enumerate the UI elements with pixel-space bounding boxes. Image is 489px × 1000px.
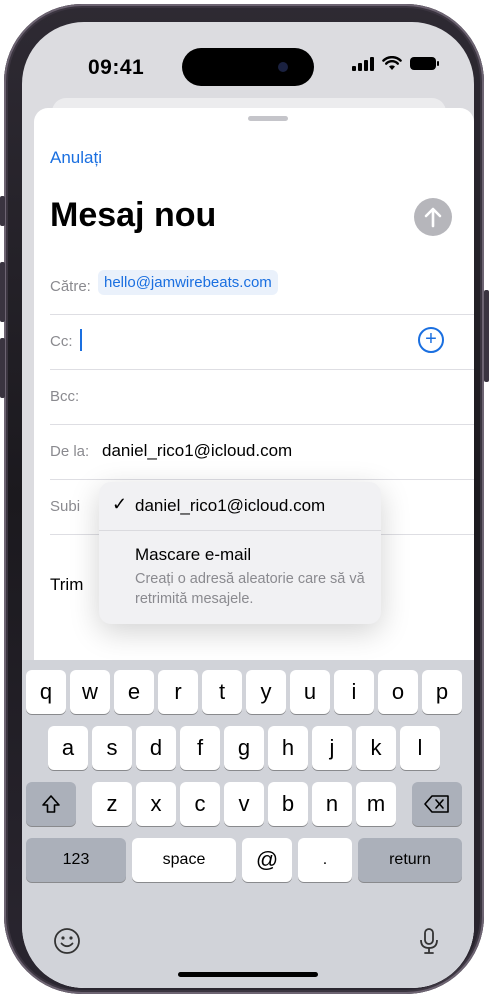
menu-item-label: Mascare e-mail <box>135 545 252 564</box>
battery-icon <box>410 57 439 70</box>
action-button <box>0 196 5 226</box>
key-t[interactable]: t <box>202 670 242 714</box>
key-k[interactable]: k <box>356 726 396 770</box>
key-f[interactable]: f <box>180 726 220 770</box>
phone-frame: 09:41 Anulați Mesaj nou Către: hello@jam… <box>4 4 484 994</box>
dot-key[interactable]: . <box>298 838 352 882</box>
from-label: De la: <box>50 443 90 460</box>
key-v[interactable]: v <box>224 782 264 826</box>
keyboard-row-2: a s d f g h j k l <box>22 726 474 772</box>
keyboard-row-3: z x c v b n m <box>22 782 474 828</box>
key-q[interactable]: q <box>26 670 66 714</box>
key-j[interactable]: j <box>312 726 352 770</box>
wifi-icon <box>382 56 402 70</box>
key-a[interactable]: a <box>48 726 88 770</box>
trim-label: Trim <box>50 575 84 594</box>
key-c[interactable]: c <box>180 782 220 826</box>
keyboard-row-4: 123 space @ . return <box>22 838 474 884</box>
volume-up-button <box>0 262 5 322</box>
delete-key[interactable] <box>412 782 462 826</box>
send-button[interactable] <box>414 198 452 236</box>
key-l[interactable]: l <box>400 726 440 770</box>
key-g[interactable]: g <box>224 726 264 770</box>
space-key[interactable]: space <box>132 838 236 882</box>
checkmark-icon: ✓ <box>112 494 128 514</box>
page-title: Mesaj nou <box>50 196 217 234</box>
emoji-button[interactable] <box>50 924 84 958</box>
keyboard: q w e r t y u i o p a s d f g h j k l z … <box>22 660 474 988</box>
subject-label: Subi <box>50 498 81 515</box>
cancel-button[interactable]: Anulați <box>50 148 102 168</box>
key-w[interactable]: w <box>70 670 110 714</box>
camera-icon <box>278 62 288 72</box>
return-key[interactable]: return <box>358 838 462 882</box>
numbers-key[interactable]: 123 <box>26 838 126 882</box>
menu-item-label: daniel_rico1@icloud.com <box>135 496 326 515</box>
status-time: 09:41 <box>88 56 145 79</box>
key-b[interactable]: b <box>268 782 308 826</box>
key-m[interactable]: m <box>356 782 396 826</box>
key-i[interactable]: i <box>334 670 374 714</box>
key-d[interactable]: d <box>136 726 176 770</box>
from-value[interactable]: daniel_rico1@icloud.com <box>102 441 292 461</box>
sheet-grabber[interactable] <box>248 116 288 121</box>
shift-key[interactable] <box>26 782 76 826</box>
key-y[interactable]: y <box>246 670 286 714</box>
phone-screen: 09:41 Anulați Mesaj nou Către: hello@jam… <box>22 22 474 988</box>
to-row[interactable]: Către: hello@jamwirebeats.com <box>50 260 474 315</box>
side-button <box>484 290 489 382</box>
dynamic-island <box>182 48 314 86</box>
text-cursor <box>80 329 82 351</box>
bcc-row[interactable]: Bcc: <box>50 370 474 425</box>
bcc-label: Bcc: <box>50 388 80 405</box>
menu-item-subtitle: Creați o adresă aleatorie care să vă ret… <box>135 571 365 607</box>
key-h[interactable]: h <box>268 726 308 770</box>
from-address-menu: ✓ daniel_rico1@icloud.com Mascare e-mail… <box>99 482 381 624</box>
arrow-up-icon <box>424 207 442 228</box>
key-u[interactable]: u <box>290 670 330 714</box>
from-row[interactable]: De la: daniel_rico1@icloud.com <box>50 425 474 480</box>
dictation-button[interactable] <box>412 924 446 958</box>
key-r[interactable]: r <box>158 670 198 714</box>
cellular-signal-icon <box>352 56 374 71</box>
cc-label: Cc: <box>50 333 73 350</box>
home-indicator[interactable] <box>178 972 318 977</box>
volume-down-button <box>0 338 5 398</box>
at-key[interactable]: @ <box>242 838 292 882</box>
emoji-icon <box>54 928 80 954</box>
add-contact-button[interactable]: + <box>418 327 444 353</box>
menu-item-icloud[interactable]: ✓ daniel_rico1@icloud.com <box>99 482 381 531</box>
key-x[interactable]: x <box>136 782 176 826</box>
recipient-token[interactable]: hello@jamwirebeats.com <box>98 270 278 295</box>
microphone-icon <box>420 928 438 954</box>
status-icons <box>352 56 439 71</box>
shift-icon <box>42 795 60 813</box>
cc-row[interactable]: Cc: + <box>50 315 474 370</box>
key-n[interactable]: n <box>312 782 352 826</box>
menu-item-hide-email[interactable]: Mascare e-mail Creați o adresă aleatorie… <box>99 531 381 623</box>
key-o[interactable]: o <box>378 670 418 714</box>
key-s[interactable]: s <box>92 726 132 770</box>
key-z[interactable]: z <box>92 782 132 826</box>
key-e[interactable]: e <box>114 670 154 714</box>
to-label: Către: <box>50 278 91 295</box>
backspace-icon <box>424 795 449 813</box>
keyboard-row-1: q w e r t y u i o p <box>22 670 474 716</box>
key-p[interactable]: p <box>422 670 462 714</box>
